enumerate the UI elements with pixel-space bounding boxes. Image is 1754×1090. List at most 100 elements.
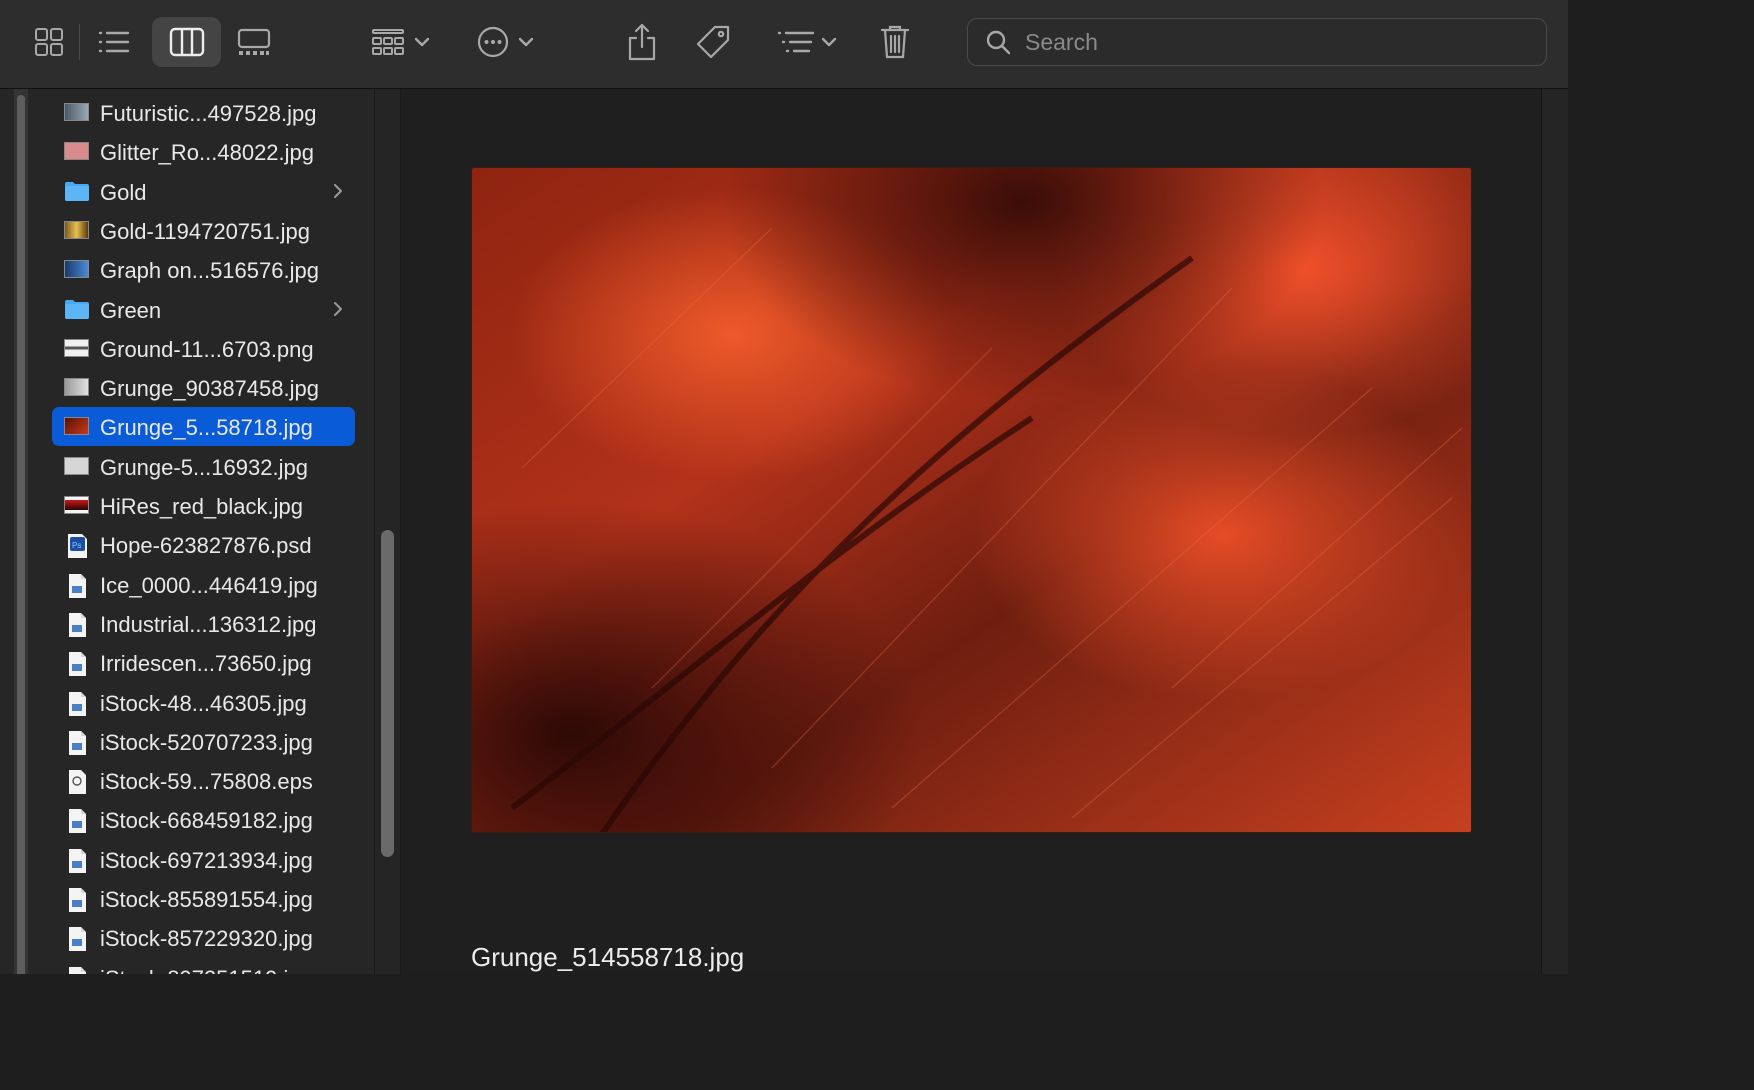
- file-row[interactable]: Ice_0000...446419.jpg: [52, 565, 355, 604]
- file-row[interactable]: Grunge-5...16932.jpg: [52, 447, 355, 486]
- gallery-icon: [237, 28, 271, 55]
- image-file-icon: [64, 573, 90, 598]
- psd-file-icon: Ps: [64, 533, 90, 559]
- column-scrollbar[interactable]: [381, 530, 394, 857]
- file-name: Gold-1194720751.jpg: [100, 218, 310, 244]
- file-name: iStock-668459182.jpg: [100, 808, 313, 834]
- file-row[interactable]: Glitter_Ro...48022.jpg: [52, 132, 355, 171]
- file-row[interactable]: iStock-697213934.jpg: [52, 840, 355, 879]
- image-file-icon: [64, 612, 90, 637]
- sort-list-icon: [777, 31, 815, 53]
- search-field[interactable]: [967, 18, 1547, 66]
- image-thumbnail-icon: [64, 219, 90, 241]
- file-row[interactable]: iStock-520707233.jpg: [52, 722, 355, 761]
- toolbar: [0, 0, 1568, 89]
- image-file-icon: [64, 730, 90, 755]
- file-name: iStock-857229320.jpg: [100, 926, 313, 952]
- image-file-icon: [64, 691, 90, 716]
- image-thumbnail-icon: [64, 494, 90, 516]
- icon-view-button[interactable]: [28, 22, 70, 62]
- folder-icon: [64, 180, 90, 202]
- file-name: iStock-48...46305.jpg: [100, 690, 307, 716]
- file-row[interactable]: HiRes_red_black.jpg: [52, 486, 355, 525]
- eps-file-icon: [64, 769, 90, 795]
- image-thumbnail-icon: [64, 101, 90, 123]
- file-name: Glitter_Ro...48022.jpg: [100, 140, 315, 166]
- file-name: iStock-520707233.jpg: [100, 729, 313, 755]
- file-row[interactable]: Gold-1194720751.jpg: [52, 211, 355, 250]
- file-name: Gold: [100, 179, 147, 205]
- search-input[interactable]: [1023, 27, 1534, 57]
- toolbar-divider: [79, 24, 80, 60]
- tag-icon: [696, 25, 730, 59]
- file-row[interactable]: Ground-11...6703.png: [52, 329, 355, 368]
- folder-row[interactable]: Green: [52, 290, 355, 329]
- image-file-icon: [64, 926, 90, 952]
- file-name: Grunge_5...58718.jpg: [100, 415, 313, 441]
- chevron-right-icon: [333, 300, 343, 318]
- file-name: Industrial...136312.jpg: [100, 611, 317, 637]
- chevron-down-icon: [414, 37, 430, 47]
- group-button[interactable]: [364, 22, 436, 62]
- image-file-icon: [64, 966, 90, 974]
- action-button[interactable]: [472, 22, 538, 62]
- parent-column-scrollbar[interactable]: [14, 89, 28, 974]
- file-name: Grunge_90387458.jpg: [100, 376, 319, 402]
- grid-icon: [35, 28, 63, 56]
- file-row[interactable]: iStock-855891554.jpg: [52, 879, 355, 918]
- preview-image: [471, 167, 1472, 833]
- file-name: iStock-897251519.jpg: [100, 966, 313, 974]
- chevron-down-icon: [821, 37, 837, 47]
- file-row[interactable]: Grunge_90387458.jpg: [52, 368, 355, 407]
- image-file-icon: [64, 651, 90, 677]
- file-name: Ground-11...6703.png: [100, 336, 314, 362]
- sort-button[interactable]: [770, 22, 844, 62]
- image-thumbnail-icon: [64, 376, 90, 398]
- file-column: Futuristic...497528.jpg Glitter_Ro...4802…: [0, 89, 374, 974]
- image-file-icon: [64, 848, 90, 873]
- share-button[interactable]: [622, 20, 662, 64]
- ellipsis-circle-icon: [477, 26, 509, 58]
- group-grid-icon: [372, 29, 404, 55]
- file-row[interactable]: Irridescen...73650.jpg: [52, 643, 355, 682]
- preview-filename: Grunge_514558718.jpg: [471, 942, 745, 972]
- image-file-icon: [64, 808, 90, 834]
- file-row[interactable]: Ps Hope-623827876.psd: [52, 525, 355, 564]
- folder-row[interactable]: Gold: [52, 172, 355, 211]
- gallery-view-button[interactable]: [231, 22, 277, 62]
- file-row[interactable]: iStock-59...75808.eps: [52, 761, 355, 800]
- file-name: HiRes_red_black.jpg: [100, 494, 303, 519]
- image-thumbnail-icon: [64, 455, 90, 477]
- file-name: Irridescen...73650.jpg: [100, 651, 312, 677]
- trash-icon: [880, 25, 910, 59]
- file-row[interactable]: iStock-668459182.jpg: [52, 800, 355, 839]
- columns-icon: [169, 27, 204, 57]
- chevron-down-icon: [518, 37, 534, 47]
- tag-button[interactable]: [692, 22, 734, 62]
- list-icon: [98, 31, 130, 53]
- file-name: Green: [100, 297, 162, 323]
- share-icon: [628, 23, 656, 61]
- file-name: iStock-855891554.jpg: [100, 887, 313, 912]
- file-name: iStock-697213934.jpg: [100, 847, 313, 873]
- delete-button[interactable]: [876, 20, 914, 64]
- image-thumbnail-icon: [64, 337, 90, 359]
- image-thumbnail-icon: [64, 140, 90, 162]
- file-name: Futuristic...497528.jpg: [100, 101, 317, 126]
- file-row[interactable]: iStock-897251519.jpg: [52, 958, 355, 974]
- file-row[interactable]: iStock-857229320.jpg: [52, 918, 355, 957]
- file-row[interactable]: Futuristic...497528.jpg: [52, 93, 355, 132]
- file-row[interactable]: Graph on...516576.jpg: [52, 250, 355, 289]
- file-row[interactable]: Industrial...136312.jpg: [52, 604, 355, 643]
- chevron-right-icon: [333, 182, 343, 200]
- list-view-button[interactable]: [92, 22, 136, 62]
- file-name: Graph on...516576.jpg: [100, 258, 319, 284]
- folder-icon: [64, 298, 90, 320]
- file-row[interactable]: Grunge_5...58718.jpg: [52, 407, 355, 447]
- file-row[interactable]: iStock-48...46305.jpg: [52, 683, 355, 722]
- file-name: iStock-59...75808.eps: [100, 769, 313, 795]
- file-name: Hope-623827876.psd: [100, 533, 312, 559]
- file-name: Ice_0000...446419.jpg: [100, 572, 318, 598]
- column-view-button[interactable]: [152, 17, 221, 67]
- search-icon: [986, 30, 1011, 55]
